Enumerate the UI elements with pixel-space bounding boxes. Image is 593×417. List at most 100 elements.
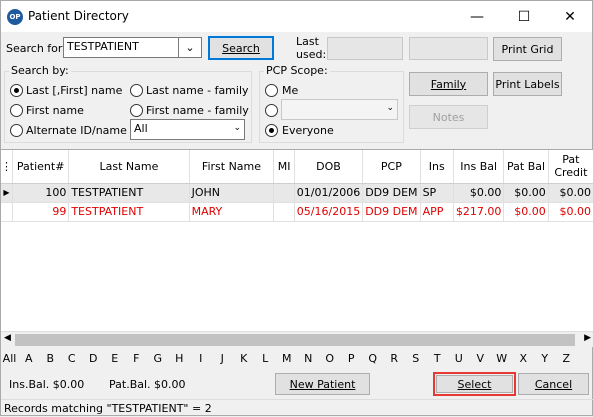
select-button[interactable]: Select: [436, 375, 513, 393]
radio-first-name-family[interactable]: [130, 104, 143, 117]
cancel-button[interactable]: Cancel: [518, 373, 589, 395]
alphabet-letter-y[interactable]: Y: [534, 349, 556, 367]
cell-pat-credit[interactable]: $0.00: [548, 202, 593, 222]
alphabet-letter-c[interactable]: C: [61, 349, 83, 367]
alphabet-letter-i[interactable]: I: [190, 349, 212, 367]
print-grid-button[interactable]: Print Grid: [493, 37, 562, 61]
table-row[interactable]: 99 TESTPATIENT MARY 05/16/2015 DD9 DEM A…: [1, 202, 593, 222]
alphabet-letter-z[interactable]: Z: [556, 349, 578, 367]
cell-last-name[interactable]: TESTPATIENT: [68, 183, 190, 203]
cell-ins-bal[interactable]: $0.00: [453, 183, 505, 203]
cell-pat-credit[interactable]: $0.00: [548, 183, 593, 203]
cell-patient-num[interactable]: 99: [12, 202, 70, 222]
cell-pat-bal[interactable]: $0.00: [503, 183, 549, 203]
radio-pcp-everyone[interactable]: [265, 124, 278, 137]
cell-pcp[interactable]: DD9 DEM: [362, 183, 421, 203]
column-header[interactable]: Last Name: [68, 150, 190, 184]
minimize-button[interactable]: —: [454, 1, 500, 32]
cell-ins[interactable]: APP: [420, 202, 454, 222]
alphabet-letter-b[interactable]: B: [40, 349, 62, 367]
column-header[interactable]: Pat Bal: [503, 150, 549, 184]
alphabet-letter-n[interactable]: N: [298, 349, 320, 367]
cell-dob[interactable]: 01/01/2006: [294, 183, 364, 203]
close-button[interactable]: ✕: [547, 1, 593, 32]
search-input[interactable]: TESTPATIENT: [63, 37, 179, 58]
radio-first-name-family-label: First name - family: [146, 104, 249, 117]
cell-first-name[interactable]: JOHN: [189, 183, 275, 203]
alphabet-letter-l[interactable]: L: [255, 349, 277, 367]
cell-last-name[interactable]: TESTPATIENT: [68, 202, 190, 222]
search-by-label: Search by:: [9, 64, 71, 77]
column-header[interactable]: First Name: [189, 150, 275, 184]
alphabet-letter-e[interactable]: E: [104, 349, 126, 367]
cell-pat-bal[interactable]: $0.00: [503, 202, 549, 222]
ins-bal-summary: Ins.Bal. $0.00: [9, 378, 85, 391]
cell-ins-bal[interactable]: $217.00: [453, 202, 505, 222]
alphabet-letter-x[interactable]: X: [513, 349, 535, 367]
maximize-button[interactable]: ☐: [501, 1, 547, 32]
alphabet-letter-s[interactable]: S: [405, 349, 427, 367]
radio-last-first-name[interactable]: [10, 84, 23, 97]
print-labels-button[interactable]: Print Labels: [493, 72, 562, 96]
last-used-field-2: [409, 37, 488, 60]
notes-button[interactable]: Notes: [409, 105, 488, 129]
search-filter-value: All: [134, 122, 148, 135]
alphabet-letter-h[interactable]: H: [169, 349, 191, 367]
search-button-label: Search: [222, 41, 260, 55]
radio-first-name[interactable]: [10, 104, 23, 117]
pat-bal-summary: Pat.Bal. $0.00: [109, 378, 186, 391]
pcp-select[interactable]: ⌄: [281, 99, 398, 120]
alphabet-letter-t[interactable]: T: [427, 349, 449, 367]
row-selector-header: ⋮: [1, 150, 13, 184]
row-pointer-icon: ▶: [1, 183, 13, 203]
alphabet-letter-o[interactable]: O: [319, 349, 341, 367]
radio-pcp-specific[interactable]: [265, 104, 278, 117]
horizontal-scrollbar[interactable]: ◀ ▶: [1, 331, 593, 347]
radio-pcp-everyone-label: Everyone: [282, 124, 334, 137]
cell-mi[interactable]: [273, 202, 295, 222]
alphabet-letter-r[interactable]: R: [384, 349, 406, 367]
search-filter-select[interactable]: All ⌄: [130, 119, 245, 140]
search-button[interactable]: Search: [208, 36, 274, 60]
alphabet-letter-p[interactable]: P: [341, 349, 363, 367]
scrollbar-thumb[interactable]: [15, 334, 575, 346]
cell-dob[interactable]: 05/16/2015: [294, 202, 364, 222]
cell-ins[interactable]: SP: [420, 183, 454, 203]
cell-first-name[interactable]: MARY: [189, 202, 275, 222]
new-patient-button[interactable]: New Patient: [275, 373, 370, 395]
alphabet-letter-v[interactable]: V: [470, 349, 492, 367]
cell-mi[interactable]: [273, 183, 295, 203]
app-logo-icon: OP: [7, 9, 23, 25]
alphabet-letter-j[interactable]: J: [212, 349, 234, 367]
search-dropdown-button[interactable]: ⌄: [179, 37, 202, 58]
alphabet-letter-d[interactable]: D: [83, 349, 105, 367]
scroll-left-icon[interactable]: ◀: [4, 333, 11, 343]
table-row[interactable]: ▶ 100 TESTPATIENT JOHN 01/01/2006 DD9 DE…: [1, 183, 593, 203]
alphabet-letter-m[interactable]: M: [276, 349, 298, 367]
alphabet-letter-k[interactable]: K: [233, 349, 255, 367]
column-header[interactable]: DOB: [294, 150, 364, 184]
scroll-right-icon[interactable]: ▶: [584, 333, 591, 343]
radio-pcp-me[interactable]: [265, 84, 278, 97]
cell-pcp[interactable]: DD9 DEM: [362, 202, 421, 222]
family-button[interactable]: Family: [409, 72, 488, 96]
column-header[interactable]: MI: [273, 150, 295, 184]
radio-pcp-me-label: Me: [282, 84, 299, 97]
patient-table: ⋮ Patient# Last Name First Name MI DOB P…: [1, 150, 593, 222]
column-header[interactable]: PCP: [362, 150, 421, 184]
alphabet-letter-g[interactable]: G: [147, 349, 169, 367]
column-header[interactable]: Ins Bal: [453, 150, 505, 184]
alphabet-letter-w[interactable]: W: [491, 349, 513, 367]
column-header[interactable]: Pat Credit: [548, 150, 593, 184]
new-patient-button-label: New Patient: [289, 377, 356, 391]
alphabet-letter-u[interactable]: U: [448, 349, 470, 367]
alphabet-letter-f[interactable]: F: [126, 349, 148, 367]
alphabet-letter-all[interactable]: All: [1, 349, 18, 367]
column-header[interactable]: Ins: [420, 150, 454, 184]
radio-last-name-family[interactable]: [130, 84, 143, 97]
alphabet-letter-q[interactable]: Q: [362, 349, 384, 367]
cell-patient-num[interactable]: 100: [12, 183, 70, 203]
alphabet-letter-a[interactable]: A: [18, 349, 40, 367]
radio-alternate-id[interactable]: [10, 124, 23, 137]
column-header[interactable]: Patient#: [12, 150, 70, 184]
